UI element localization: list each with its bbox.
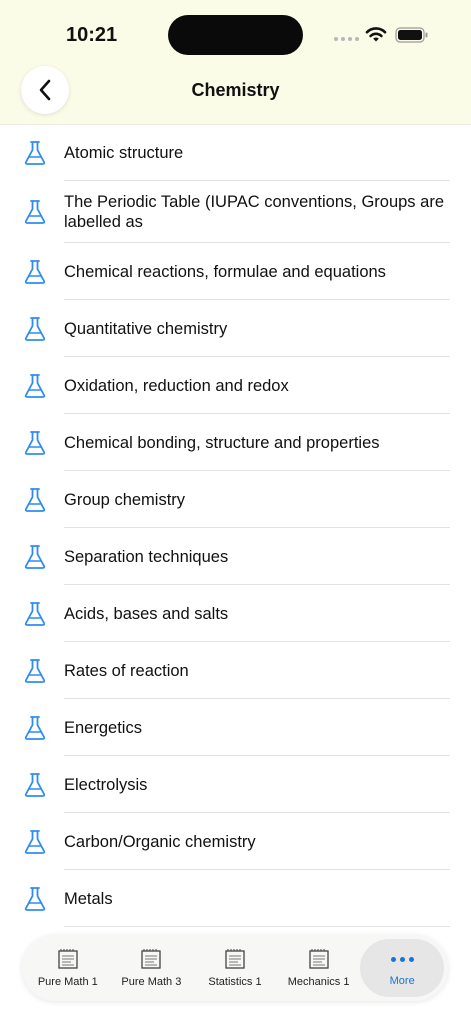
topic-row-electrolysis[interactable]: Electrolysis [0,756,471,813]
topic-label: Group chemistry [64,490,186,509]
topic-label: Atomic structure [64,144,184,162]
page-title: Chemistry [191,80,280,100]
topic-label: Chemical bonding, structure and properti… [64,433,380,452]
cellular-signal-icon [334,37,359,41]
tab-bar: Pure Math 1 Pure Math 3 Statistics 1 Mec… [22,935,448,1001]
topic-row-separation-techniques[interactable]: Separation techniques [0,528,471,585]
topic-label: The Periodic Table (IUPAC conventions, G… [64,193,444,231]
topic-label: Carbon/Organic chemistry [64,832,256,851]
top-bar: 10:21 Chemistry [0,0,471,125]
topic-label: Acids, bases and salts [64,604,229,623]
notebook-icon [58,949,78,969]
dynamic-island [168,15,303,55]
tab-pure-math-3[interactable]: Pure Math 3 [110,939,194,997]
flask-icon [24,715,46,740]
topic-label: Rates of reaction [64,661,189,680]
topic-row-chemical-reactions[interactable]: Chemical reactions, formulae and equatio… [0,243,471,300]
flask-icon [24,430,46,455]
tab-label: Statistics 1 [208,976,262,988]
topic-list: Atomic structure The Periodic Table (IUP… [0,125,471,927]
tab-label: More [389,975,415,987]
tab-pure-math-1[interactable]: Pure Math 1 [26,939,110,997]
topic-label: Quantitative chemistry [64,319,228,338]
flask-icon [24,259,46,284]
ellipsis-icon [390,949,414,969]
topic-row-rates-of-reaction[interactable]: Rates of reaction [0,642,471,699]
notebook-icon [141,949,162,969]
flask-icon [24,886,46,911]
topic-row-metals[interactable]: Metals [0,870,471,927]
topic-row-group-chemistry[interactable]: Group chemistry [0,471,471,528]
flask-icon [24,373,46,398]
flask-icon [24,487,46,512]
topic-label: Energetics [64,718,142,737]
topic-row-atomic-structure[interactable]: Atomic structure [0,125,471,181]
topic-row-energetics[interactable]: Energetics [0,699,471,756]
tab-statistics-1[interactable]: Statistics 1 [193,939,277,997]
topic-label: Chemical reactions, formulae and equatio… [64,262,386,281]
flask-icon [24,829,46,854]
topic-row-quantitative-chemistry[interactable]: Quantitative chemistry [0,300,471,357]
topic-label: Separation techniques [64,547,229,566]
topic-row-oxidation-reduction[interactable]: Oxidation, reduction and redox [0,357,471,414]
flask-icon [24,544,46,569]
flask-icon [24,200,46,224]
topic-row-acids-bases-salts[interactable]: Acids, bases and salts [0,585,471,642]
status-time: 10:21 [66,24,118,46]
topic-label: Metals [64,889,113,908]
topic-row-carbon-organic[interactable]: Carbon/Organic chemistry [0,813,471,870]
tab-label: Mechanics 1 [287,976,350,988]
tab-label: Pure Math 1 [37,976,98,988]
flask-icon [24,601,46,626]
tab-label: Pure Math 3 [121,976,182,988]
notebook-icon [308,949,329,969]
battery-icon [395,27,428,43]
topic-row-periodic-table[interactable]: The Periodic Table (IUPAC conventions, G… [0,181,471,243]
tab-mechanics-1[interactable]: Mechanics 1 [277,939,361,997]
wifi-icon [365,27,387,42]
flask-icon [24,772,46,797]
flask-icon [24,141,46,165]
tab-more[interactable]: More [360,939,444,997]
notebook-icon [225,949,245,969]
flask-icon [24,658,46,683]
flask-icon [24,316,46,341]
topic-row-chemical-bonding[interactable]: Chemical bonding, structure and properti… [0,414,471,471]
topic-label: Electrolysis [64,775,148,794]
topic-label: Oxidation, reduction and redox [64,376,289,395]
